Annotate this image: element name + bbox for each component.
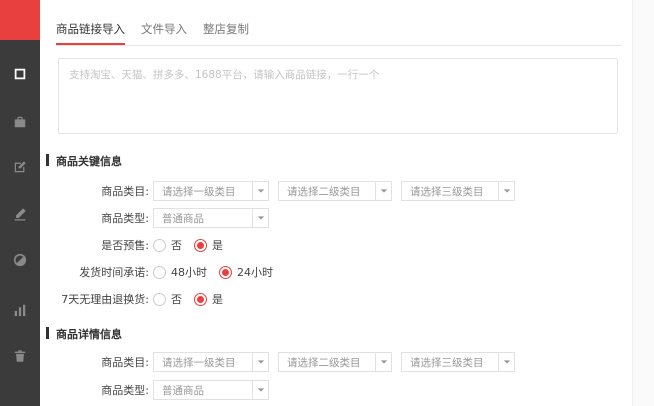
product-type-select[interactable]: 普通商品: [153, 208, 269, 228]
chevron-down-icon: [252, 209, 268, 227]
right-scroll-area: [632, 0, 654, 406]
import-icon[interactable]: [10, 64, 30, 84]
product-link-input[interactable]: [58, 58, 618, 134]
presale-yes-radio[interactable]: 是: [194, 237, 223, 253]
tab-link-import[interactable]: 商品链接导入: [56, 18, 125, 45]
category-level1-select[interactable]: 请选择一级类目: [153, 181, 269, 201]
chevron-down-icon: [375, 353, 391, 371]
detail-category-level3-select[interactable]: 请选择三级类目: [401, 352, 515, 372]
import-tabs: 商品链接导入 文件导入 整店复制: [56, 18, 622, 46]
edit-box-icon[interactable]: [10, 157, 30, 177]
key-category-row: 商品类目: 请选择一级类目 请选择二级类目 请选择三级类目: [0, 180, 524, 202]
return-policy-row: 7天无理由退换货: 否 是: [0, 288, 235, 310]
return-yes-radio[interactable]: 是: [194, 291, 223, 307]
detail-category-level1-select[interactable]: 请选择一级类目: [153, 352, 269, 372]
detail-product-type-select[interactable]: 普通商品: [153, 380, 269, 400]
category-level3-select[interactable]: 请选择三级类目: [401, 181, 515, 201]
key-type-row: 商品类型: 普通商品: [0, 207, 278, 229]
app-logo[interactable]: [0, 0, 40, 40]
ship-time-row: 发货时间承诺: 48小时 24小时: [0, 261, 285, 283]
chevron-down-icon: [498, 182, 514, 200]
type-label: 商品类型:: [101, 384, 149, 397]
bag-icon[interactable]: [10, 112, 30, 132]
sidebar: [0, 0, 40, 406]
presale-row: 是否预售: 否 是: [0, 234, 235, 256]
category-label: 商品类目:: [101, 356, 149, 369]
section-title-detail-info: 商品详情信息: [46, 326, 122, 342]
category-level2-select[interactable]: 请选择二级类目: [278, 181, 392, 201]
tab-shop-copy[interactable]: 整店复制: [203, 18, 249, 45]
detail-category-row: 商品类目: 请选择一级类目 请选择二级类目 请选择三级类目: [0, 351, 524, 373]
type-label: 商品类型:: [101, 212, 149, 225]
chevron-down-icon: [252, 353, 268, 371]
section-title-key-info: 商品关键信息: [46, 153, 122, 169]
chevron-down-icon: [252, 182, 268, 200]
tab-file-import[interactable]: 文件导入: [141, 18, 187, 45]
detail-type-row: 商品类型: 普通商品: [0, 379, 278, 401]
chevron-down-icon: [498, 353, 514, 371]
presale-label: 是否预售:: [101, 239, 149, 252]
category-label: 商品类目:: [101, 185, 149, 198]
detail-category-level2-select[interactable]: 请选择二级类目: [278, 352, 392, 372]
return-policy-label: 7天无理由退换货:: [61, 293, 149, 306]
presale-no-radio[interactable]: 否: [153, 237, 182, 253]
chevron-down-icon: [252, 381, 268, 399]
ship-time-label: 发货时间承诺:: [79, 266, 149, 279]
chevron-down-icon: [375, 182, 391, 200]
ship-24h-radio[interactable]: 24小时: [219, 264, 273, 280]
ship-48h-radio[interactable]: 48小时: [153, 264, 207, 280]
return-no-radio[interactable]: 否: [153, 291, 182, 307]
